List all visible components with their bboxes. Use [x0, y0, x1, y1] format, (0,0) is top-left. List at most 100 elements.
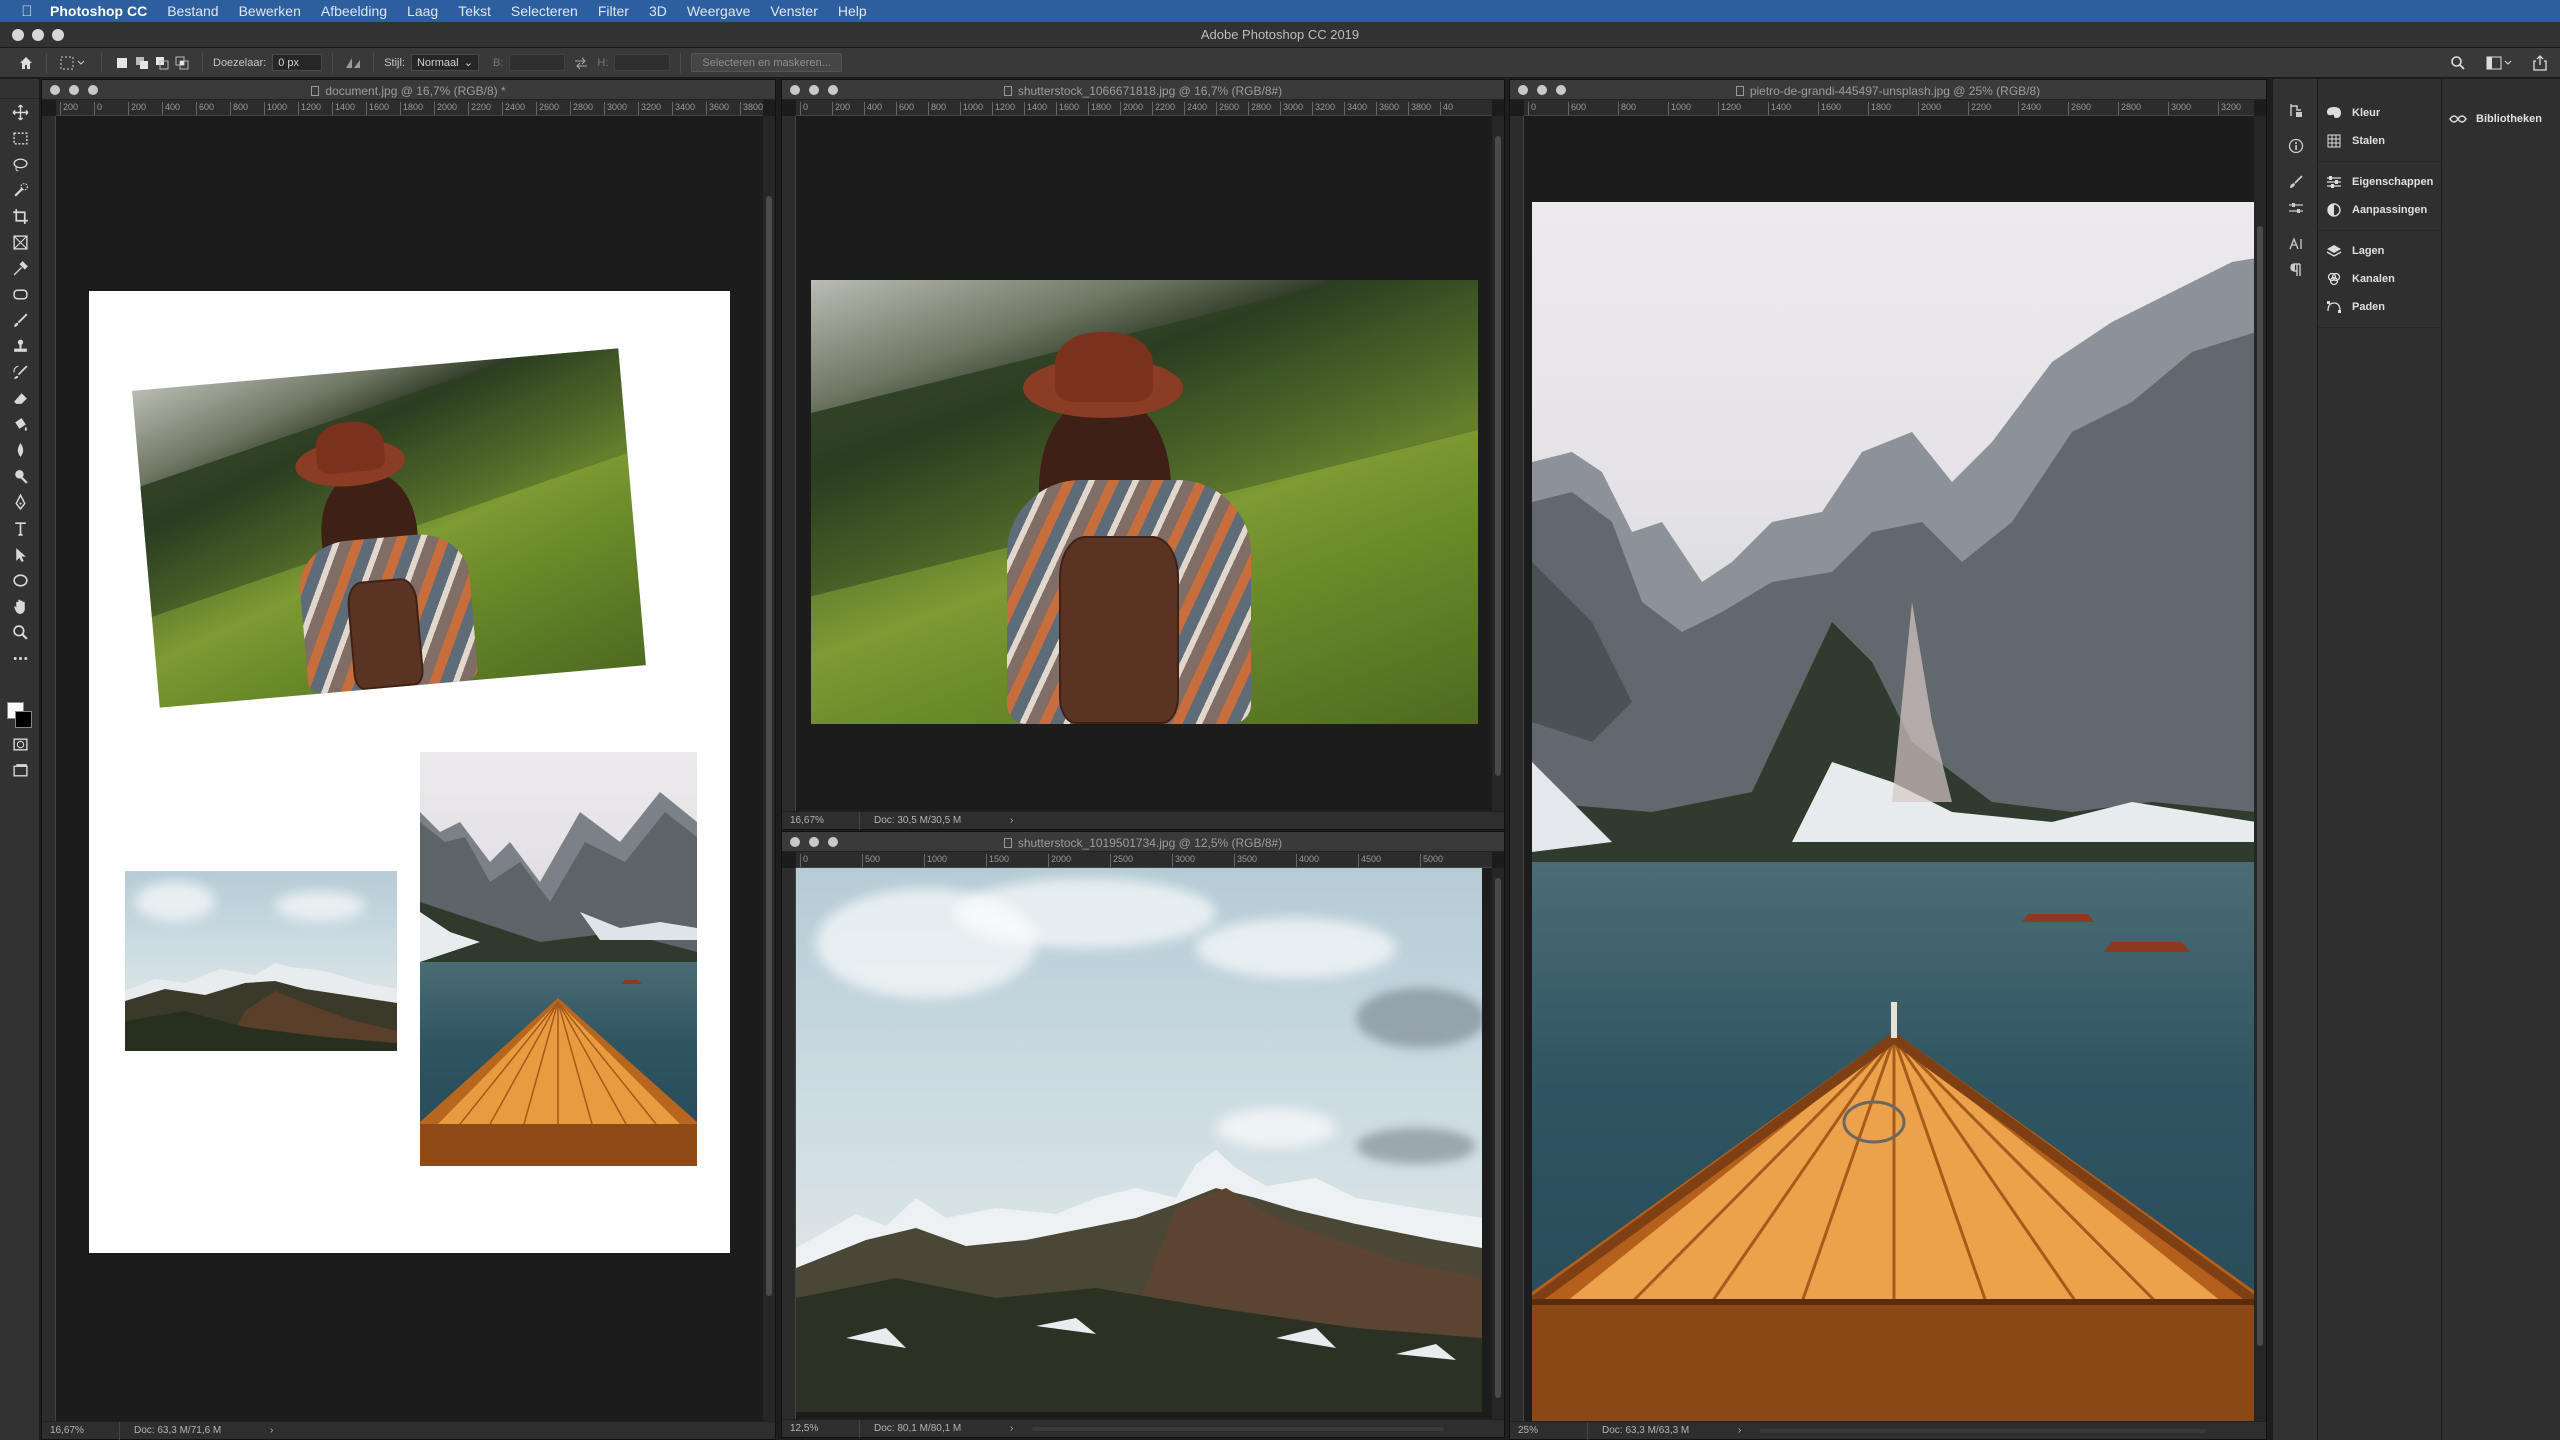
document-canvas[interactable] [796, 868, 1494, 1421]
info-panel-icon[interactable] [2273, 133, 2319, 159]
document-tab[interactable]: shutterstock_1066671818.jpg @ 16,7% (RGB… [782, 80, 1504, 100]
document-window-boat-lake[interactable]: pietro-de-grandi-445497-unsplash.jpg @ 2… [1509, 79, 2267, 1440]
chevron-right-icon[interactable]: › [1010, 1423, 1024, 1434]
menu-bewerken[interactable]: Bewerken [239, 3, 301, 19]
zoom-field[interactable]: 25% [1510, 1421, 1588, 1440]
menu-3d[interactable]: 3D [649, 3, 667, 19]
vertical-scrollbar[interactable] [1492, 116, 1504, 811]
vertical-ruler[interactable] [782, 868, 796, 1419]
menu-app-name[interactable]: Photoshop CC [50, 3, 147, 19]
adjust-sliders-icon[interactable] [2273, 195, 2319, 221]
style-select[interactable]: Normaal ⌄ [410, 54, 479, 71]
more-tools-icon[interactable] [0, 645, 40, 671]
horizontal-ruler[interactable]: 0 600 800 1000 1200 1400 1600 1800 2000 … [1524, 100, 2254, 116]
pen-tool-icon[interactable] [0, 489, 40, 515]
photo-mountain-range[interactable] [796, 868, 1482, 1412]
panel-paden[interactable]: Paden [2318, 293, 2441, 321]
zoom-tool-icon[interactable] [0, 619, 40, 645]
menu-weergave[interactable]: Weergave [687, 3, 751, 19]
quick-selection-tool-icon[interactable] [0, 177, 40, 203]
menu-venster[interactable]: Venster [770, 3, 817, 19]
blur-tool-icon[interactable] [0, 437, 40, 463]
panel-aanpassingen[interactable]: Aanpassingen [2318, 196, 2441, 224]
placed-photo-mountain-range[interactable] [125, 871, 397, 1051]
swap-dimensions-icon[interactable] [571, 53, 591, 73]
gradient-tool-icon[interactable] [0, 411, 40, 437]
panel-kanalen[interactable]: Kanalen [2318, 265, 2441, 293]
menu-afbeelding[interactable]: Afbeelding [321, 3, 387, 19]
path-selection-tool-icon[interactable] [0, 541, 40, 567]
add-selection-icon[interactable] [132, 53, 152, 73]
zoom-field[interactable]: 16,67% [42, 1421, 120, 1440]
brush-settings-icon[interactable] [2273, 169, 2319, 195]
vertical-scrollbar[interactable] [1492, 868, 1504, 1419]
marquee-preset-icon[interactable] [57, 53, 91, 73]
vertical-ruler[interactable] [42, 116, 56, 1421]
document-window-hiker[interactable]: shutterstock_1066671818.jpg @ 16,7% (RGB… [781, 79, 1505, 830]
vertical-ruler[interactable] [782, 116, 796, 811]
photo-hiker[interactable] [811, 280, 1478, 724]
select-and-mask-button[interactable]: Selecteren en maskeren... [691, 53, 842, 72]
horizontal-ruler[interactable]: 0 200 400 600 800 1000 1200 1400 1600 18… [796, 100, 1492, 116]
width-input[interactable] [509, 54, 566, 71]
background-color-swatch[interactable] [15, 711, 32, 728]
document-tab[interactable]: shutterstock_1019501734.jpg @ 12,5% (RGB… [782, 832, 1504, 852]
history-panel-icon[interactable] [2273, 97, 2319, 123]
menu-tekst[interactable]: Tekst [458, 3, 491, 19]
height-input[interactable] [614, 54, 671, 71]
document-window-composite[interactable]: document.jpg @ 16,7% (RGB/8) * 200 0 200… [41, 79, 776, 1440]
artboard[interactable] [89, 291, 730, 1253]
zoom-field[interactable]: 12,5% [782, 1419, 860, 1438]
type-tool-icon[interactable] [0, 515, 40, 541]
paragraph-panel-icon[interactable] [2273, 257, 2319, 283]
horizontal-ruler[interactable]: 0 500 1000 1500 2000 2500 3000 3500 4000… [796, 852, 1492, 868]
horizontal-scrollbar[interactable] [1760, 1429, 2206, 1433]
move-tool-icon[interactable] [0, 99, 40, 125]
menu-bestand[interactable]: Bestand [167, 3, 218, 19]
stamp-tool-icon[interactable] [0, 333, 40, 359]
menu-help[interactable]: Help [838, 3, 867, 19]
feather-input[interactable]: 0 px [272, 54, 323, 71]
crop-tool-icon[interactable] [0, 203, 40, 229]
vertical-scrollbar[interactable] [763, 116, 775, 1421]
document-canvas[interactable] [796, 116, 1494, 813]
dodge-tool-icon[interactable] [0, 463, 40, 489]
panel-bibliotheken[interactable]: Bibliotheken [2442, 105, 2560, 133]
screen-mode-icon[interactable] [0, 757, 40, 783]
workspace-icon[interactable] [2484, 53, 2514, 73]
chevron-right-icon[interactable]: › [1010, 815, 1024, 826]
brush-tool-icon[interactable] [0, 307, 40, 333]
chevron-right-icon[interactable]: › [270, 1425, 284, 1436]
horizontal-scrollbar[interactable] [1032, 1427, 1444, 1431]
document-window-mountain-range[interactable]: shutterstock_1019501734.jpg @ 12,5% (RGB… [781, 831, 1505, 1438]
horizontal-ruler[interactable]: 200 0 200 400 600 800 1000 1200 1400 160… [56, 100, 763, 116]
eraser-tool-icon[interactable] [0, 385, 40, 411]
patch-tool-icon[interactable] [0, 281, 40, 307]
panel-lagen[interactable]: Lagen [2318, 237, 2441, 265]
share-icon[interactable] [2530, 53, 2550, 73]
placed-photo-boat-lake[interactable] [420, 752, 697, 1166]
placed-photo-hiker[interactable] [132, 348, 646, 708]
document-canvas[interactable] [56, 116, 765, 1421]
new-selection-icon[interactable] [112, 53, 132, 73]
frame-tool-icon[interactable] [0, 229, 40, 255]
chevron-right-icon[interactable]: › [1738, 1425, 1752, 1436]
vertical-scrollbar[interactable] [2254, 116, 2266, 1421]
panel-kleur[interactable]: Kleur [2318, 99, 2441, 127]
hand-tool-icon[interactable] [0, 593, 40, 619]
photo-boat-lake[interactable] [1532, 202, 2256, 1423]
history-brush-tool-icon[interactable] [0, 359, 40, 385]
panel-eigenschappen[interactable]: Eigenschappen [2318, 168, 2441, 196]
eyedropper-tool-icon[interactable] [0, 255, 40, 281]
menu-filter[interactable]: Filter [598, 3, 629, 19]
search-icon[interactable] [2448, 53, 2468, 73]
document-canvas[interactable] [1524, 116, 2256, 1423]
apple-icon[interactable]:  [18, 2, 36, 20]
anti-alias-icon[interactable] [343, 53, 363, 73]
marquee-tool-icon[interactable] [0, 125, 40, 151]
ellipse-tool-icon[interactable] [0, 567, 40, 593]
document-tab[interactable]: pietro-de-grandi-445497-unsplash.jpg @ 2… [1510, 80, 2266, 100]
vertical-ruler[interactable] [1510, 116, 1524, 1421]
panel-stalen[interactable]: Stalen [2318, 127, 2441, 155]
intersect-selection-icon[interactable] [172, 53, 192, 73]
